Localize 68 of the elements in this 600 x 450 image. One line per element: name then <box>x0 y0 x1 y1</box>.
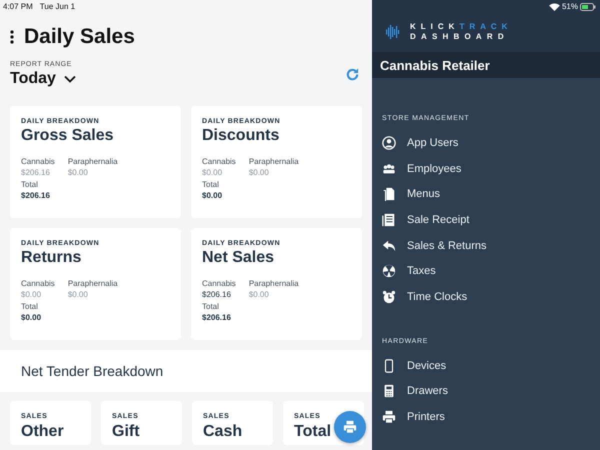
card-title: Discounts <box>202 127 280 145</box>
battery-icon <box>580 2 596 10</box>
battery-percent: 51% <box>562 2 578 11</box>
total-label: Total <box>21 180 38 189</box>
phone-icon <box>382 358 396 373</box>
value-label: Cannabis <box>21 279 55 288</box>
report-range-dropdown[interactable]: Today <box>10 70 76 88</box>
refresh-icon[interactable] <box>345 67 360 82</box>
card-title: Net Sales <box>202 249 274 267</box>
value-amount: $0.00 <box>68 168 89 177</box>
status-date: Tue Jun 1 <box>40 2 76 12</box>
card-title: Gift <box>112 423 140 441</box>
value-amount: $0.00 <box>248 168 270 177</box>
value-label: Cannabis <box>202 279 236 288</box>
value-label: Paraphernalia <box>248 157 299 166</box>
radiation-icon <box>382 264 396 278</box>
printer-icon <box>382 410 396 424</box>
sound-wave-icon <box>386 24 400 40</box>
nav-item[interactable]: Printers <box>382 404 600 430</box>
reply-arrow-icon <box>382 238 396 253</box>
total-label: Total <box>202 180 219 189</box>
value-amount: $0.00 <box>68 290 89 299</box>
people-icon <box>382 162 396 176</box>
card-title: Returns <box>21 249 82 267</box>
nav-item[interactable]: App Users <box>382 130 600 156</box>
value-label: Paraphernalia <box>68 279 118 288</box>
card-title: Cash <box>203 423 242 441</box>
value-amount: $206.16 <box>202 290 232 299</box>
wifi-icon <box>548 2 560 10</box>
card-title: Total <box>294 423 332 441</box>
card-title: Gross Sales <box>21 127 114 145</box>
status-time: 4:07 PM <box>3 2 33 12</box>
more-menu-icon[interactable] <box>10 30 14 44</box>
value-amount: $0.00 <box>248 290 270 299</box>
total-label: Total <box>21 302 38 311</box>
value-label: Cannabis <box>21 157 55 166</box>
logo-subtitle: DASHBOARD <box>410 32 510 41</box>
nav-item[interactable]: Employees <box>382 156 600 182</box>
logo-wordmark: KLICK TRACK <box>410 22 512 31</box>
user-circle-icon <box>382 136 396 150</box>
nav-item[interactable]: Devices <box>382 352 600 378</box>
total-label: Total <box>202 302 219 311</box>
total-amount: $206.16 <box>202 313 231 322</box>
value-label: Cannabis <box>202 157 236 166</box>
nav-item[interactable]: Sale Receipt <box>382 207 600 233</box>
page-title: Daily Sales <box>24 25 135 49</box>
nav-item[interactable]: Sales & Returns <box>382 232 600 258</box>
section-title: Net Tender Breakdown <box>21 363 164 379</box>
value-amount: $0.00 <box>21 290 42 299</box>
chevron-down-icon <box>64 75 76 83</box>
value-amount: $206.16 <box>21 168 51 177</box>
total-amount: $0.00 <box>202 191 222 200</box>
value-label: Paraphernalia <box>68 157 118 166</box>
calculator-icon <box>382 384 396 398</box>
nav-item[interactable]: Time Clocks <box>382 284 600 310</box>
alarm-clock-icon <box>382 290 396 304</box>
total-amount: $0.00 <box>21 313 42 322</box>
nav-item[interactable]: Drawers <box>382 378 600 404</box>
card-title: Other <box>21 423 64 441</box>
value-label: Paraphernalia <box>248 279 299 288</box>
nav-item[interactable]: Menus <box>382 181 600 208</box>
total-amount: $206.16 <box>21 191 50 200</box>
printer-icon <box>343 420 357 434</box>
nav-item[interactable]: Taxes <box>382 258 600 284</box>
value-amount: $0.00 <box>202 168 224 177</box>
store-name: Cannabis Retailer <box>380 58 490 72</box>
receipt-icon <box>382 212 396 227</box>
document-icon <box>382 187 396 202</box>
